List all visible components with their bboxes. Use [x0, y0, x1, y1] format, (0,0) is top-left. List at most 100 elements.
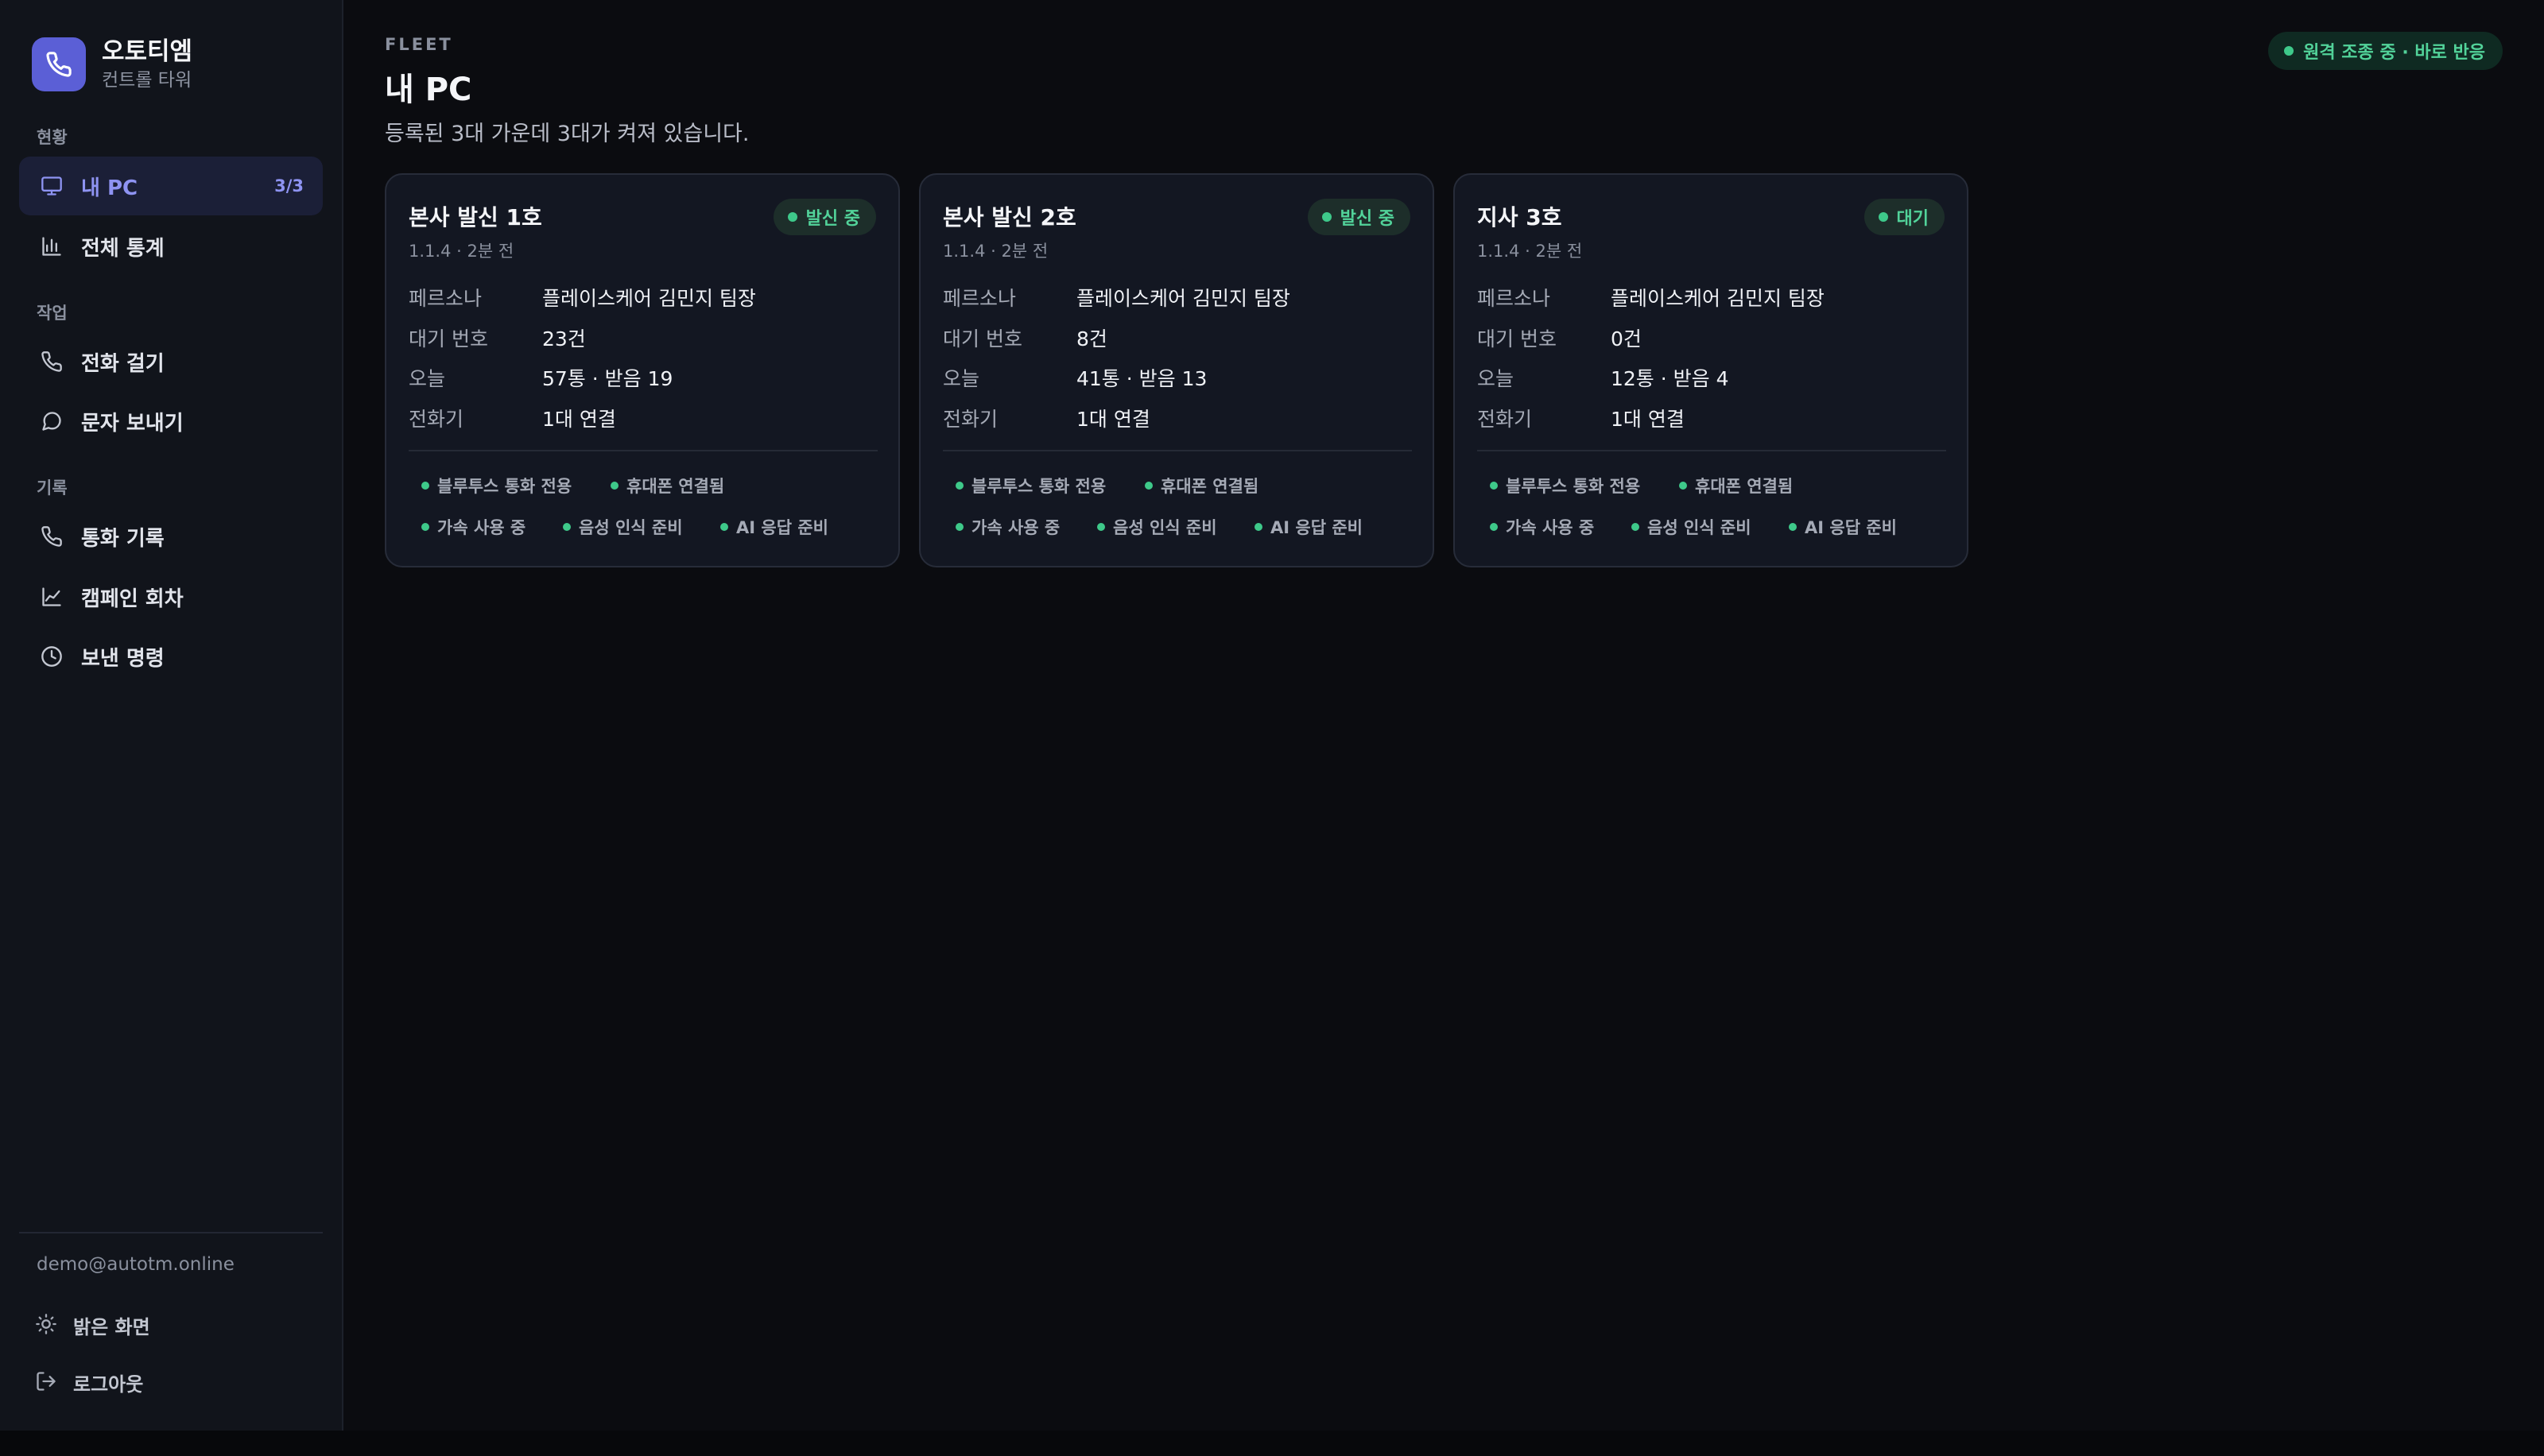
field-value: 1대 연결 — [1611, 408, 1685, 431]
pc-card-title: 본사 발신 1호 — [409, 204, 542, 230]
chip-label: AI 응답 준비 — [736, 518, 828, 537]
sidebar-item-sms[interactable]: 문자 보내기 — [19, 392, 323, 451]
sidebar: 오토티엠 컨트롤 타워 현황 내 PC 3/3 전체 통계 작업 전화 걸기 문… — [0, 0, 343, 1431]
pc-card[interactable]: 본사 발신 2호 1.1.4 · 2분 전 발신 중 페르소나 플레이스케어 김… — [919, 173, 1434, 567]
capability-chip: 휴대폰 연결됨 — [1145, 474, 1258, 498]
chip-label: AI 응답 준비 — [1805, 518, 1897, 537]
field-row-phone: 전화기 1대 연결 — [1477, 404, 1946, 432]
brand-subtitle: 컨트롤 타워 — [102, 70, 192, 91]
clock-icon — [40, 645, 64, 668]
chip-label: 휴대폰 연결됨 — [626, 477, 725, 496]
chip-label: 음성 인식 준비 — [1647, 518, 1751, 537]
status-badge: 발신 중 — [773, 199, 876, 235]
capability-chip: 휴대폰 연결됨 — [1679, 474, 1793, 498]
field-label: 페르소나 — [409, 287, 483, 310]
field-label: 오늘 — [1477, 367, 1514, 390]
remote-status-badge: 원격 조종 중 · 바로 반응 — [2268, 32, 2503, 70]
field-row-queue: 대기 번호 0건 — [1477, 323, 1946, 352]
field-value: 57통 · 받음 19 — [542, 367, 673, 390]
sidebar-item-my-pc[interactable]: 내 PC 3/3 — [19, 157, 323, 215]
user-email: demo@autotm.online — [37, 1254, 235, 1275]
brand-name: 오토티엠 — [102, 37, 193, 66]
field-row-today: 오늘 57통 · 받음 19 — [409, 363, 878, 392]
theme-toggle-button[interactable]: 밝은 화면 — [35, 1311, 150, 1339]
section-label-status: 현황 — [37, 128, 68, 147]
sun-icon — [35, 1313, 57, 1338]
field-row-persona: 페르소나 플레이스케어 김민지 팀장 — [409, 283, 878, 312]
sidebar-item-stats[interactable]: 전체 통계 — [19, 217, 323, 276]
theme-toggle-label: 밝은 화면 — [73, 1316, 150, 1338]
field-value: 1대 연결 — [1076, 408, 1150, 431]
sidebar-item-count: 3/3 — [274, 176, 304, 196]
status-dot-icon — [563, 523, 571, 531]
pc-card-meta: 1.1.4 · 2분 전 — [943, 242, 1049, 261]
logout-icon — [35, 1370, 57, 1396]
section-label-records: 기록 — [37, 478, 68, 498]
sidebar-item-label: 통화 기록 — [81, 526, 165, 551]
status-dot-icon — [787, 212, 797, 222]
chip-label: 가속 사용 중 — [1506, 518, 1595, 537]
monitor-icon — [40, 174, 64, 198]
chip-label: 휴대폰 연결됨 — [1695, 477, 1794, 496]
bar-chart-icon — [40, 234, 64, 258]
field-value: 0건 — [1611, 327, 1642, 350]
line-chart-icon — [40, 585, 64, 609]
pc-card[interactable]: 지사 3호 1.1.4 · 2분 전 대기 페르소나 플레이스케어 김민지 팀장… — [1453, 173, 1968, 567]
chip-label: 가속 사용 중 — [437, 518, 526, 537]
sidebar-item-call[interactable]: 전화 걸기 — [19, 332, 323, 391]
card-divider — [1477, 450, 1946, 451]
status-badge-text: 발신 중 — [805, 209, 860, 229]
status-badge-text: 발신 중 — [1340, 209, 1394, 229]
brand[interactable]: 오토티엠 컨트롤 타워 — [32, 37, 192, 92]
section-label-tasks: 작업 — [37, 304, 68, 323]
sidebar-item-commands[interactable]: 보낸 명령 — [19, 627, 323, 686]
field-value: 41통 · 받음 13 — [1076, 367, 1208, 390]
capability-chip: 블루투스 통화 전용 — [421, 474, 572, 498]
capability-chip: 가속 사용 중 — [956, 515, 1060, 539]
status-dot-icon — [956, 523, 964, 531]
status-dot-icon — [1490, 523, 1498, 531]
status-dot-icon — [1789, 523, 1797, 531]
field-label: 오늘 — [409, 367, 446, 390]
status-dot-icon — [720, 523, 728, 531]
capability-chip: 블루투스 통화 전용 — [1490, 474, 1640, 498]
status-dot-icon — [1255, 523, 1262, 531]
capability-chip: 블루투스 통화 전용 — [956, 474, 1106, 498]
pc-card-title: 본사 발신 2호 — [943, 204, 1076, 230]
field-label: 페르소나 — [1477, 287, 1551, 310]
field-value: 1대 연결 — [542, 408, 616, 431]
remote-status-text: 원격 조종 중 · 바로 반응 — [2303, 43, 2485, 63]
sidebar-item-campaign[interactable]: 캠페인 회차 — [19, 567, 323, 626]
page-title: 내 PC — [385, 72, 472, 108]
status-dot-icon — [1679, 482, 1687, 490]
capability-chip: AI 응답 준비 — [1789, 515, 1897, 539]
logout-label: 로그아웃 — [73, 1373, 144, 1396]
pc-card-meta: 1.1.4 · 2분 전 — [409, 242, 514, 261]
sidebar-item-label: 캠페인 회차 — [81, 587, 184, 611]
field-value: 8건 — [1076, 327, 1107, 350]
page-description: 등록된 3대 가운데 3대가 켜져 있습니다. — [385, 122, 750, 146]
card-divider — [409, 450, 878, 451]
chip-label: AI 응답 준비 — [1270, 518, 1363, 537]
capability-chip: 음성 인식 준비 — [1631, 515, 1751, 539]
status-dot-icon — [956, 482, 964, 490]
sidebar-item-call-log[interactable]: 통화 기록 — [19, 507, 323, 566]
field-row-queue: 대기 번호 23건 — [409, 323, 878, 352]
main-content: FLEET 내 PC 등록된 3대 가운데 3대가 켜져 있습니다. 원격 조종… — [343, 0, 2544, 1431]
status-badge: 대기 — [1863, 199, 1945, 235]
status-dot-icon — [2284, 46, 2294, 56]
sidebar-item-label: 문자 보내기 — [81, 411, 184, 436]
field-row-queue: 대기 번호 8건 — [943, 323, 1412, 352]
field-label: 전화기 — [409, 408, 464, 431]
status-dot-icon — [421, 482, 429, 490]
phone-icon — [40, 525, 64, 548]
pc-card-title: 지사 3호 — [1477, 204, 1562, 230]
field-label: 대기 번호 — [943, 327, 1022, 350]
capability-chip: AI 응답 준비 — [720, 515, 828, 539]
status-dot-icon — [1490, 482, 1498, 490]
sidebar-item-label: 전체 통계 — [81, 236, 165, 261]
field-row-today: 오늘 41통 · 받음 13 — [943, 363, 1412, 392]
logout-button[interactable]: 로그아웃 — [35, 1369, 143, 1396]
field-row-phone: 전화기 1대 연결 — [409, 404, 878, 432]
pc-card[interactable]: 본사 발신 1호 1.1.4 · 2분 전 발신 중 페르소나 플레이스케어 김… — [385, 173, 900, 567]
